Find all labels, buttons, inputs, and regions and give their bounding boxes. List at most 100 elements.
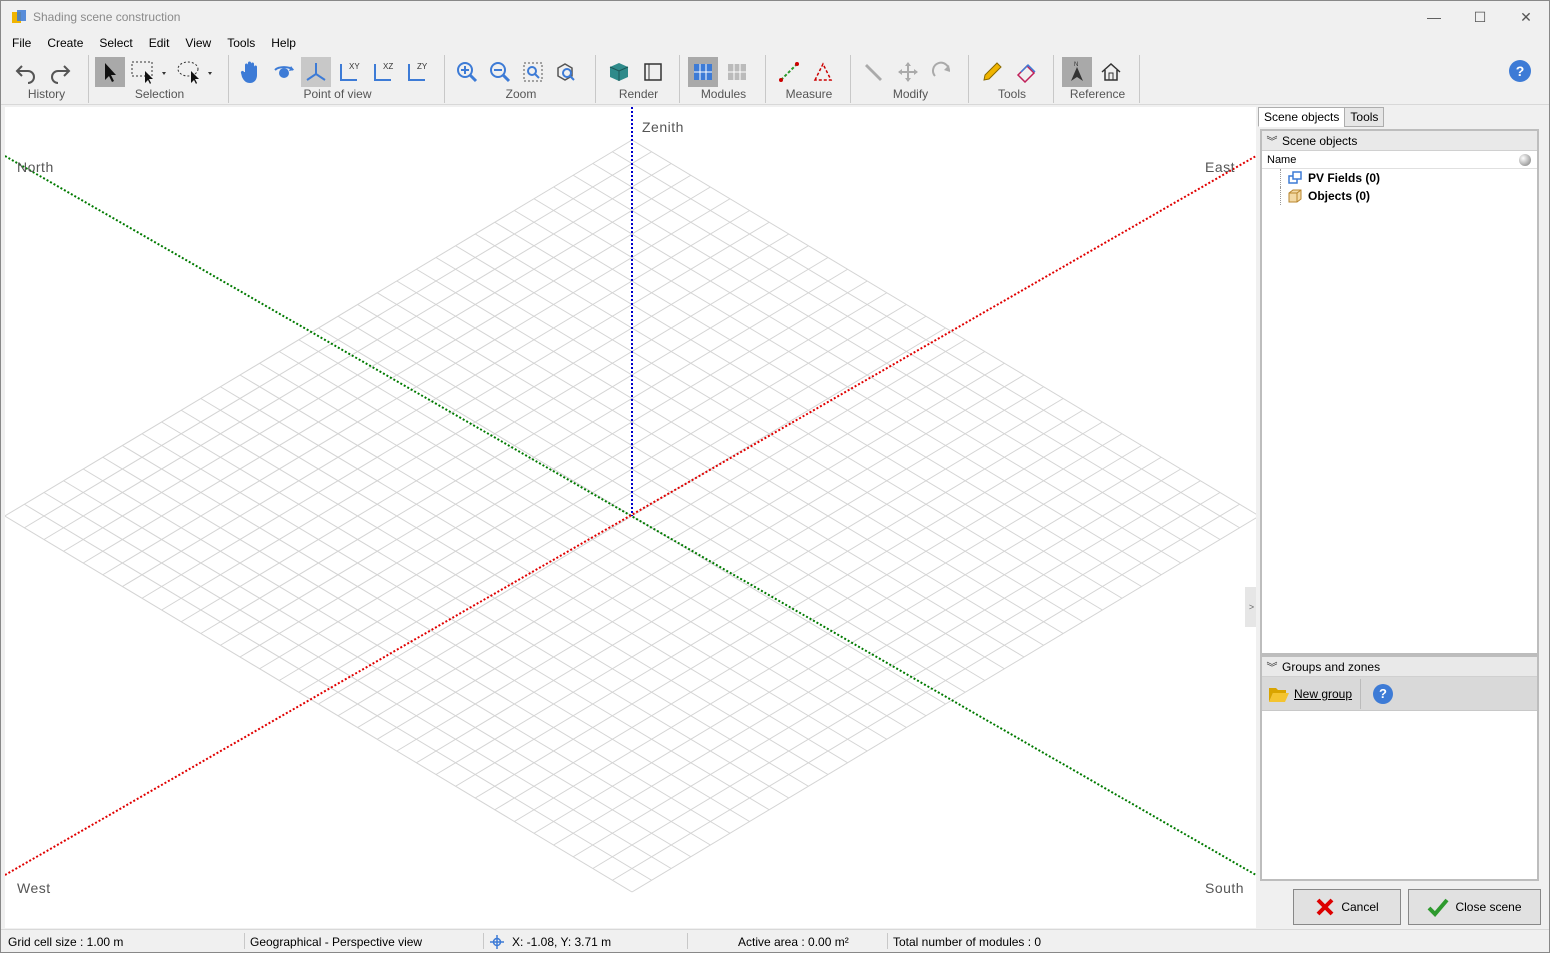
pv-fields-label: PV Fields (0): [1308, 171, 1381, 185]
zoom-extents-icon: [557, 63, 575, 81]
panel-collapse-toggle[interactable]: >: [1245, 587, 1256, 627]
visibility-sphere-icon[interactable]: [1519, 154, 1531, 166]
toolbar-group-point-of-view: XY XZ ZY Point of view: [231, 55, 445, 103]
scene-viewport[interactable]: Zenith North East West South >: [5, 107, 1256, 928]
toolbar-label-selection: Selection: [134, 87, 185, 101]
close-button[interactable]: ✕: [1503, 1, 1549, 33]
view-xz-button[interactable]: XZ: [367, 57, 397, 87]
wrench-icon: [865, 64, 882, 81]
perspective-view-button[interactable]: [301, 57, 331, 87]
move-arrows-icon: [898, 62, 918, 82]
east-label: East: [1205, 159, 1236, 175]
svg-text:XY: XY: [349, 62, 360, 71]
toolbar-group-selection: Selection: [91, 55, 229, 103]
menu-tools[interactable]: Tools: [219, 36, 263, 50]
pan-button[interactable]: [235, 57, 265, 87]
toolbar-label-modify: Modify: [892, 87, 929, 101]
minimize-button[interactable]: —: [1411, 1, 1457, 33]
folder-open-icon: [1269, 687, 1289, 702]
undo-icon: [15, 65, 35, 84]
lasso-select-icon: [177, 61, 212, 84]
scene-objects-title: Scene objects: [1282, 133, 1358, 148]
scene-objects-header[interactable]: ︾ Scene objects: [1262, 131, 1537, 151]
toolbar-label-zoom: Zoom: [505, 87, 537, 101]
north-reference-button[interactable]: N: [1062, 57, 1092, 87]
toolbar-group-modify: Modify: [853, 55, 969, 103]
modules-hide-button[interactable]: [722, 57, 752, 87]
house-reference-button[interactable]: [1096, 57, 1126, 87]
rotate-view-button[interactable]: [269, 57, 299, 87]
axes-xy-icon: XY: [340, 62, 360, 81]
pv-field-icon: [1288, 171, 1302, 184]
move-button[interactable]: [893, 57, 923, 87]
hand-icon: [240, 61, 257, 83]
zoom-window-button[interactable]: [518, 57, 548, 87]
menu-view[interactable]: View: [177, 36, 219, 50]
render-wireframe-button[interactable]: [638, 57, 668, 87]
crosshair-icon: [490, 935, 504, 949]
scene-objects-panel: ︾ Scene objects Name PV Fields (0) Objec…: [1260, 129, 1539, 655]
view-mode: Geographical - Perspective view: [250, 935, 423, 949]
toolbar-group-history: History: [5, 55, 89, 103]
svg-text:ZY: ZY: [417, 62, 428, 71]
measure-line-icon: [779, 62, 799, 82]
measure-angle-button[interactable]: [808, 57, 838, 87]
menu-file[interactable]: File: [1, 36, 39, 50]
name-column-label: Name: [1267, 153, 1297, 166]
menu-select[interactable]: Select: [91, 36, 140, 50]
zoom-in-icon: [457, 62, 478, 83]
toolbar-label-point-of-view: Point of view: [303, 87, 372, 101]
south-label: South: [1205, 880, 1245, 896]
wireframe-icon: [644, 63, 662, 81]
help-button[interactable]: ?: [1509, 60, 1531, 82]
measure-distance-button[interactable]: [774, 57, 804, 87]
app-window: Shading scene construction — ☐ ✕ File Cr…: [0, 0, 1550, 953]
groups-zones-title: Groups and zones: [1282, 659, 1381, 674]
tab-scene-objects[interactable]: Scene objects: [1258, 107, 1346, 127]
scene-canvas[interactable]: [5, 107, 1256, 928]
render-solid-button[interactable]: [604, 57, 634, 87]
lasso-select-button[interactable]: [175, 57, 215, 87]
tree-item-objects[interactable]: Objects (0): [1262, 187, 1537, 205]
view-zy-button[interactable]: ZY: [401, 57, 431, 87]
toolbar-group-reference: N Reference: [1056, 55, 1140, 103]
tab-tools[interactable]: Tools: [1344, 107, 1385, 127]
zoom-out-button[interactable]: [485, 57, 515, 87]
svg-text:N: N: [1074, 62, 1078, 68]
draw-tool-button[interactable]: [977, 57, 1007, 87]
redo-button[interactable]: [45, 57, 75, 87]
cancel-button[interactable]: Cancel: [1293, 889, 1401, 925]
menu-create[interactable]: Create: [39, 36, 91, 50]
green-check-icon: [1428, 898, 1449, 917]
new-group-button[interactable]: New group: [1262, 678, 1362, 709]
close-scene-button[interactable]: Close scene: [1408, 889, 1541, 925]
menu-help[interactable]: Help: [263, 36, 304, 50]
red-x-icon: [1316, 898, 1334, 916]
modules-show-button[interactable]: [688, 57, 718, 87]
app-icon: [12, 10, 26, 23]
groups-zones-panel: ︾ Groups and zones New group ?: [1260, 655, 1539, 881]
rotate-object-button[interactable]: [927, 57, 957, 87]
toolbar: History Selection XY XZ ZY Point of view…: [1, 53, 1549, 105]
zenith-label: Zenith: [642, 119, 684, 135]
zoom-in-button[interactable]: [452, 57, 482, 87]
name-column-header[interactable]: Name: [1262, 151, 1537, 169]
north-label: North: [17, 159, 54, 175]
view-xy-button[interactable]: XY: [333, 57, 363, 87]
zoom-extents-button[interactable]: [551, 57, 581, 87]
select-pointer-button[interactable]: [95, 57, 125, 87]
pencil-icon: [983, 62, 1002, 81]
eraser-tool-button[interactable]: [1011, 57, 1041, 87]
edit-object-button[interactable]: [859, 57, 889, 87]
groups-zones-header[interactable]: ︾ Groups and zones: [1262, 657, 1537, 677]
right-panel: Scene objects Tools ︾ Scene objects Name…: [1258, 107, 1543, 928]
toolbar-group-zoom: Zoom: [447, 55, 596, 103]
zoom-window-icon: [523, 62, 543, 82]
tree-item-pv-fields[interactable]: PV Fields (0): [1262, 169, 1537, 187]
axes-xz-icon: XZ: [374, 62, 393, 81]
undo-button[interactable]: [11, 57, 41, 87]
rectangle-select-button[interactable]: [129, 57, 169, 87]
menu-edit[interactable]: Edit: [141, 36, 178, 50]
groups-help-button[interactable]: ?: [1373, 683, 1394, 704]
maximize-button[interactable]: ☐: [1457, 1, 1503, 33]
